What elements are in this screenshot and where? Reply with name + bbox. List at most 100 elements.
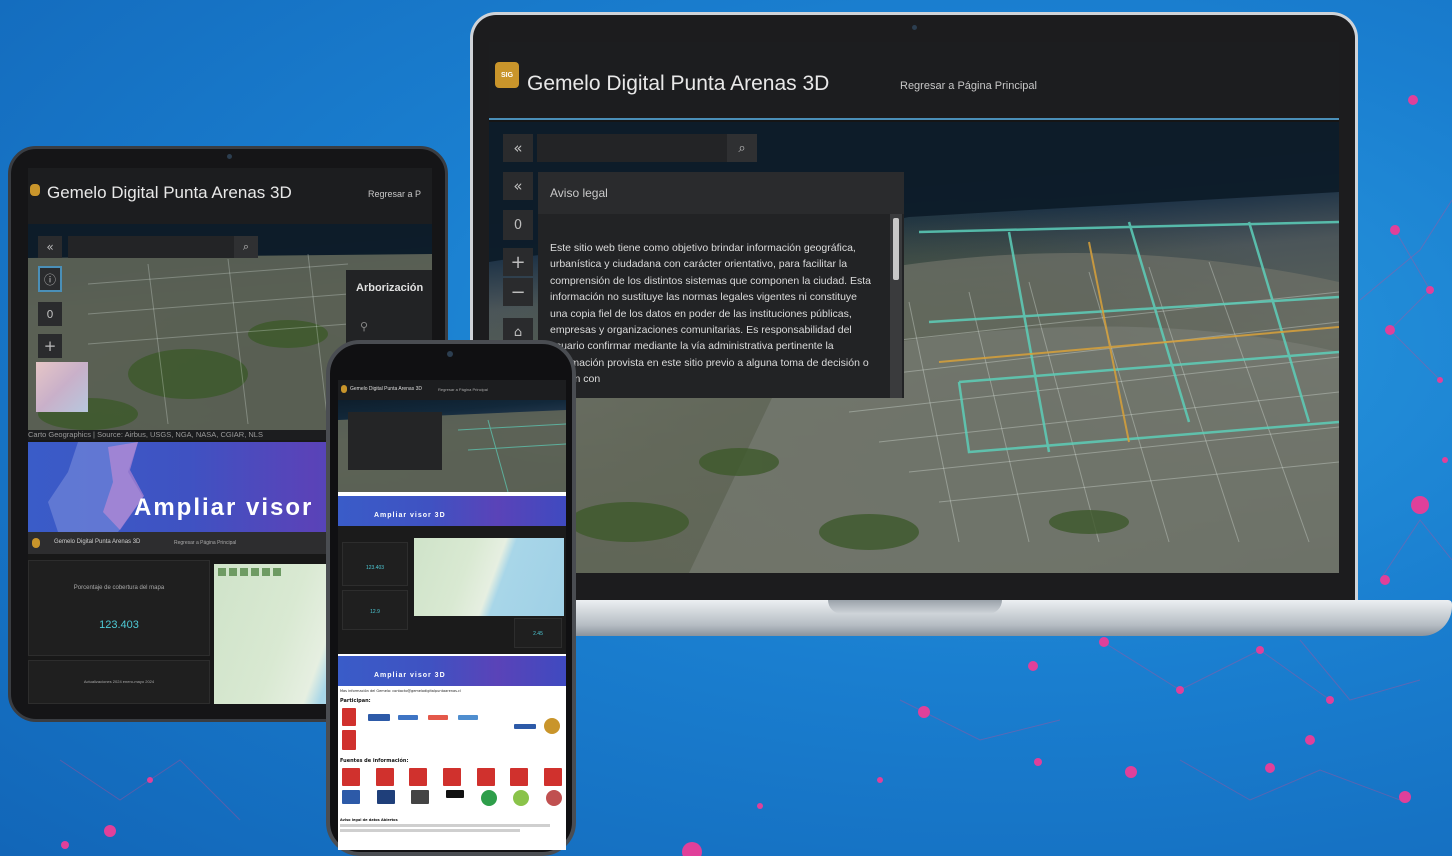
source-logo [543,768,562,786]
collapse-legal-button[interactable]: « [503,172,533,200]
tablet-footer-card: Actualizaciones 2024 enero-mayo 2024 [28,660,210,704]
return-home-link[interactable]: Regresar a Página Principal [900,80,1037,92]
phone-sources-row-2 [342,790,562,806]
tablet-metric-card: Porcentaje de cobertura del mapa 123.403 [28,560,210,656]
laptop-notch [828,600,1002,614]
tablet-camera [227,154,232,159]
source-logo [442,768,461,786]
tablet-map-toolbar [218,568,281,576]
participant-logo [368,714,390,721]
phone-expand-banner-1[interactable]: Ampliar visor 3D [338,496,566,526]
map-tool-button[interactable] [218,568,226,576]
map-tool-button[interactable] [262,568,270,576]
laptop-camera [912,25,917,30]
legal-scrollbar[interactable] [890,214,902,398]
tablet-dash-link[interactable]: Regresar a Página Principal [174,540,236,546]
tablet-info-button[interactable]: ⓘ [38,266,62,292]
search-icon: ⌕ [738,140,746,155]
participant-logo [398,715,418,720]
source-logo [409,768,428,786]
app-logo: SIG [495,62,519,88]
phone-app-header: Gemelo Digital Punta Arenas 3D Regresar … [338,380,566,400]
participant-logo [428,715,448,720]
source-logo [545,790,562,806]
source-logo [375,768,394,786]
tablet-banner-text: Ampliar visor [134,494,314,521]
phone-app-logo [341,385,347,393]
phone-metric-card-1: 123.403 [342,542,408,586]
phone-metric-card-2: 12.9 [342,590,408,630]
laptop-screen: SIG Gemelo Digital Punta Arenas 3D Regre… [489,42,1339,573]
phone-metric-3: 2.45 [533,631,543,637]
tablet-metric-label: Porcentaje de cobertura del mapa [73,585,165,591]
tablet-search-input[interactable] [68,236,234,258]
app-title: Gemelo Digital Punta Arenas 3D [527,72,830,95]
phone-footer-line [340,829,520,832]
double-chevron-left-icon: « [46,240,54,254]
info-icon: ⓘ [43,272,56,287]
minus-icon: − [510,281,526,303]
zoom-level-value: 0 [513,217,523,233]
participant-logo [342,708,356,726]
phone-2d-map[interactable] [414,538,564,616]
map-tool-button[interactable] [240,568,248,576]
search-icon: ⌕ [242,240,250,253]
zoom-out-button[interactable]: − [503,278,533,306]
phone-sources-row-1 [342,768,562,786]
tablet-zoom-level: 0 [38,302,62,326]
tablet-app-header: Gemelo Digital Punta Arenas 3D Regresar … [28,168,432,224]
phone-metric-2: 12.9 [370,609,380,615]
tablet-return-home-link[interactable]: Regresar a P [368,189,421,199]
tablet-search-button[interactable]: ⌕ [234,236,258,258]
pin-icon: ⚲ [360,321,369,333]
phone-banner-text-1: Ampliar visor 3D [374,512,446,519]
tablet-zoom-value: 0 [46,307,54,321]
source-logo [342,768,360,786]
phone-dashboard: 123.403 12.9 2.45 [338,526,566,654]
source-logo [411,790,430,804]
phone-footer-line [340,824,550,827]
phone-screen: Gemelo Digital Punta Arenas 3D Regresar … [338,380,566,850]
tablet-zoom-in-button[interactable]: + [38,334,62,358]
home-icon: ⌂ [513,324,523,340]
tablet-footer-label: Actualizaciones 2024 enero-mayo 2024 [83,679,155,684]
participant-seal-logo [544,718,560,734]
tablet-collapse-button[interactable]: « [38,236,62,258]
source-logo [376,790,395,804]
tablet-dash-logo [32,538,40,548]
phone-metric-card-3: 2.45 [514,618,562,648]
participant-logo [342,730,356,750]
source-logo [480,790,497,806]
tablet-app-title: Gemelo Digital Punta Arenas 3D [47,183,292,202]
phone-3d-scene-view[interactable] [338,400,566,492]
double-chevron-left-icon: « [513,139,523,157]
search-input[interactable] [537,134,727,162]
zoom-level-indicator: 0 [503,210,533,240]
map-tool-button[interactable] [229,568,237,576]
map-tool-button[interactable] [251,568,259,576]
app-header: SIG Gemelo Digital Punta Arenas 3D Regre… [489,42,1339,120]
source-logo [513,790,530,806]
phone-app-title: Gemelo Digital Punta Arenas 3D [350,386,422,392]
tablet-panel-title: Arborización [356,282,424,294]
phone-return-link[interactable]: Regresar a Página Principal [438,387,488,392]
phone-expand-banner-2[interactable]: Ampliar visor 3D [338,656,566,686]
map-tool-button[interactable] [273,568,281,576]
tablet-metric-value: 123.403 [99,619,139,631]
zoom-in-button[interactable]: + [503,248,533,276]
double-chevron-left-icon: « [513,177,523,195]
collapse-panel-button[interactable]: « [503,134,533,162]
tablet-overview-map[interactable] [36,362,88,412]
plus-icon: + [510,251,526,273]
plus-icon: + [43,337,57,355]
phone-camera [447,351,453,357]
legal-panel-title: Aviso legal [538,172,904,214]
search-button[interactable]: ⌕ [727,134,757,162]
tablet-app-logo [30,184,40,196]
legal-scrollbar-thumb[interactable] [893,218,899,280]
participant-logo [514,724,536,729]
phone-fuentes-heading: Fuentes de información: [340,758,409,764]
phone-contact-line[interactable]: Mas información del Gemelo: contacto@gem… [340,689,461,693]
phone-footer-note: Aviso legal de datos Abiertos [340,818,398,822]
legal-panel-text: Este sitio web tiene como objetivo brind… [550,242,872,386]
